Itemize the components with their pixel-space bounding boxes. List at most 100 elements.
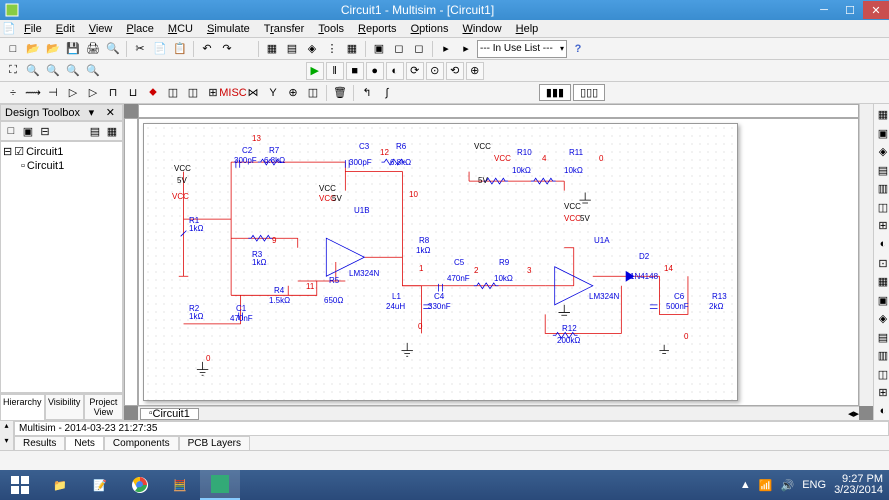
start-button[interactable] (0, 470, 40, 500)
sb-arrows[interactable]: ▴▾ (0, 421, 14, 450)
inst-n[interactable]: ▥ (874, 347, 889, 365)
inst-a[interactable]: ▦ (874, 106, 889, 124)
tab-results[interactable]: Results (14, 436, 65, 451)
menu-help[interactable]: Help (510, 22, 545, 36)
document-tab[interactable]: ▫ Circuit1 (140, 408, 199, 420)
tab-components[interactable]: Components (104, 436, 179, 451)
close-button[interactable]: ✕ (863, 1, 889, 19)
menu-reports[interactable]: Reports (352, 22, 403, 36)
open2-button[interactable]: 📂 (44, 40, 62, 58)
menu-mcu[interactable]: MCU (162, 22, 199, 36)
tbi-b[interactable]: ▣ (20, 123, 36, 139)
inst-k[interactable]: ▣ (874, 291, 889, 309)
ct-h[interactable]: ⬥ (144, 84, 162, 102)
tray-clock[interactable]: 9:27 PM 3/23/2014 (834, 474, 883, 496)
inst-g[interactable]: ⊞ (874, 217, 889, 235)
tree-child[interactable]: ▫ Circuit1 (3, 159, 120, 173)
expand-icon[interactable]: ⊟ (3, 145, 12, 158)
tab-nets[interactable]: Nets (65, 436, 104, 451)
undo-button[interactable]: ↶ (198, 40, 216, 58)
tb-c[interactable]: ◈ (303, 40, 321, 58)
inst-p[interactable]: ⊞ (874, 384, 889, 402)
fullscreen-button[interactable]: ⛶ (4, 62, 22, 80)
tb-g[interactable]: ◻ (390, 40, 408, 58)
tray-volume-icon[interactable]: 🔊 (781, 479, 795, 492)
ct-q[interactable]: 🗑 (331, 84, 349, 102)
tab-visibility[interactable]: Visibility (45, 394, 84, 420)
sim-e[interactable]: ⟲ (446, 62, 464, 80)
ct-e[interactable]: ▷ (84, 84, 102, 102)
tb-i[interactable]: ▸ (437, 40, 455, 58)
inst-l[interactable]: ◈ (874, 310, 889, 328)
run-button[interactable]: ▶ (306, 62, 324, 80)
schematic[interactable]: VCC 5V VCC R1 1kΩ R2 1kΩ 13 C2 300pF R7 … (144, 124, 737, 400)
inst-j[interactable]: ▦ (874, 273, 889, 291)
zoom-area-button[interactable]: 🔍 (64, 62, 82, 80)
tbi-c[interactable]: ⊟ (37, 123, 53, 139)
tree-root[interactable]: ⊟ ☑ Circuit1 (3, 144, 120, 159)
sim-b[interactable]: ◐ (386, 62, 404, 80)
minimize-button[interactable]: ─ (811, 1, 837, 19)
tb-f[interactable]: ▣ (370, 40, 388, 58)
menu-transfer[interactable]: Transfer (258, 22, 311, 36)
scrollbar-horizontal[interactable]: ▫ Circuit1 ◂ ▸ (138, 406, 859, 420)
tab-hierarchy[interactable]: Hierarchy (0, 394, 45, 420)
check-icon[interactable]: ☑ (14, 145, 24, 158)
design-tree[interactable]: ⊟ ☑ Circuit1 ▫ Circuit1 (0, 141, 123, 393)
ct-f[interactable]: ⊓ (104, 84, 122, 102)
new-button[interactable]: □ (4, 40, 22, 58)
task-multisim[interactable] (200, 470, 240, 500)
pause-button[interactable]: ‖ (326, 62, 344, 80)
tb-j[interactable]: ▸ (457, 40, 475, 58)
zoom-fit-button[interactable]: 🔍 (84, 62, 102, 80)
menu-file[interactable]: File (18, 22, 48, 36)
in-use-combo[interactable]: --- In Use List --- (477, 40, 567, 58)
menu-options[interactable]: Options (405, 22, 455, 36)
scrollbar-vertical[interactable] (859, 104, 873, 406)
ct-p[interactable]: ◫ (304, 84, 322, 102)
inst-e[interactable]: ▥ (874, 180, 889, 198)
copy-button[interactable]: 📄 (151, 40, 169, 58)
ct-b[interactable]: ⟿ (24, 84, 42, 102)
help-button[interactable]: ? (569, 40, 587, 58)
tab-project-view[interactable]: Project View (84, 394, 123, 420)
inst-m[interactable]: ▤ (874, 328, 889, 346)
cut-button[interactable]: ✂ (131, 40, 149, 58)
toolbox-dropdown[interactable]: ▾ (86, 106, 98, 119)
ct-l[interactable]: MISC (224, 84, 242, 102)
scroll-right[interactable]: ▸ (853, 407, 859, 420)
zoom-out-button[interactable]: 🔍 (44, 62, 62, 80)
inst-c[interactable]: ◈ (874, 143, 889, 161)
task-chrome[interactable] (120, 470, 160, 500)
ct-d[interactable]: ▷ (64, 84, 82, 102)
inst-o[interactable]: ◫ (874, 365, 889, 383)
inst-b[interactable]: ▣ (874, 125, 889, 143)
preview-button[interactable]: 🔍 (104, 40, 122, 58)
ct-m[interactable]: ⋈ (244, 84, 262, 102)
tb-h[interactable]: ◻ (410, 40, 428, 58)
tbi-d[interactable]: ▤ (87, 123, 103, 139)
open-button[interactable]: 📂 (24, 40, 42, 58)
paste-button[interactable]: 📋 (171, 40, 189, 58)
ct-c[interactable]: ⊣ (44, 84, 62, 102)
menu-tools[interactable]: Tools (312, 22, 350, 36)
save-button[interactable]: 💾 (64, 40, 82, 58)
ct-i[interactable]: ◫ (164, 84, 182, 102)
sim-a[interactable]: ● (366, 62, 384, 80)
ct-a[interactable]: ÷ (4, 84, 22, 102)
tb-d[interactable]: ⋮ (323, 40, 341, 58)
menu-place[interactable]: Place (120, 22, 160, 36)
tb-e[interactable]: ▦ (343, 40, 361, 58)
menu-simulate[interactable]: Simulate (201, 22, 256, 36)
tb-a[interactable]: ▦ (263, 40, 281, 58)
tray-lang[interactable]: ENG (802, 479, 826, 491)
ct-o[interactable]: ⊕ (284, 84, 302, 102)
sim-f[interactable]: ⊕ (466, 62, 484, 80)
stop-button[interactable]: ■ (346, 62, 364, 80)
canvas[interactable]: VCC 5V VCC R1 1kΩ R2 1kΩ 13 C2 300pF R7 … (138, 118, 859, 406)
tray-network-icon[interactable]: 📶 (759, 479, 773, 492)
print-button[interactable]: 🖨 (84, 40, 102, 58)
inst-f[interactable]: ◫ (874, 199, 889, 217)
tab-pcb-layers[interactable]: PCB Layers (179, 436, 250, 451)
redo-button[interactable]: ↷ (218, 40, 236, 58)
